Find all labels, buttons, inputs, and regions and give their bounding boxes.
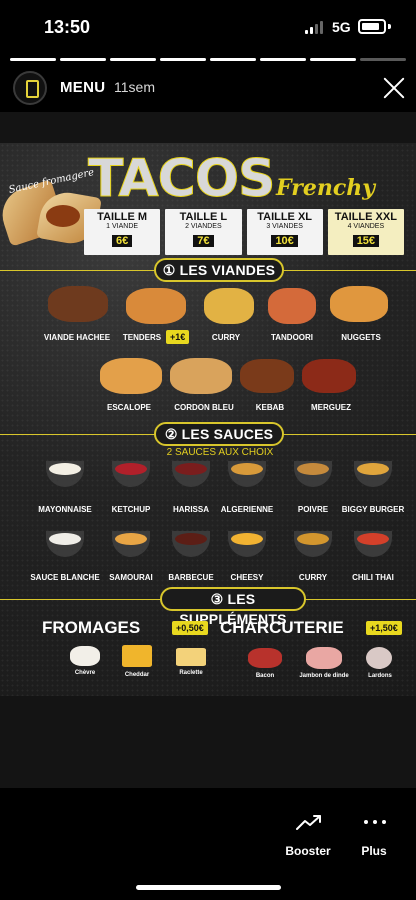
more-icon[interactable] <box>364 820 386 824</box>
charcuterie-price: +1,50€ <box>366 621 402 635</box>
fromage-label: Raclette <box>179 670 203 676</box>
sauce-bowl <box>112 531 150 557</box>
fromage-label: Chèvre <box>74 670 96 676</box>
meat-label: TENDERS <box>122 333 162 342</box>
tacos-logo: TACOS <box>88 149 276 210</box>
meat-label: NUGGETS <box>341 333 381 342</box>
sauce-bowl <box>172 461 210 487</box>
charcuterie-label: Jambon de dinde <box>299 673 349 679</box>
charcuterie-title: CHARCUTERIE <box>220 618 344 637</box>
logo-subtitle: Frenchy <box>276 175 375 201</box>
sauce-bowl <box>354 461 392 487</box>
sauce-label: MAYONNAISE <box>38 505 92 514</box>
network-type: 5G <box>332 19 351 35</box>
sauce-bowl <box>228 531 266 557</box>
tandoori-photo <box>268 288 316 324</box>
merguez-photo <box>302 359 356 393</box>
sauce-label: SAUCE BLANCHE <box>30 573 100 582</box>
sauce-label: ALGERIENNE <box>220 505 274 514</box>
section-title: ③ LES SUPPLÉMENTS <box>160 587 306 627</box>
clock: 13:50 <box>44 17 91 37</box>
meat-label: TANDOORI <box>270 333 314 342</box>
cordon-bleu-photo <box>170 358 232 394</box>
sauce-bowl <box>46 531 84 557</box>
tenders-extra-badge: +1€ <box>166 330 190 344</box>
size-card: TAILLE L2 VIANDES 7€ <box>165 209 242 255</box>
home-indicator[interactable] <box>136 885 281 890</box>
sauce-bowl <box>294 531 332 557</box>
size-card: TAILLE XXL 4 VIANDES 15€ <box>327 209 404 255</box>
lardons-photo <box>366 647 392 669</box>
size-price: 6€ <box>112 235 133 247</box>
meat-label: ESCALOPE <box>106 403 151 412</box>
fromages-title: FROMAGES <box>42 618 141 637</box>
story-age: 11sem <box>114 79 155 95</box>
size-price: 15€ <box>352 235 380 247</box>
escalope-photo <box>100 358 162 394</box>
sauce-bowl <box>46 461 84 487</box>
sauce-bowl <box>354 531 392 557</box>
raclette-photo <box>176 648 206 666</box>
sauce-label: CHILI THAI <box>352 573 394 582</box>
battery-tip <box>388 24 391 29</box>
section-title: ② LES SAUCES <box>154 422 284 446</box>
sauce-label: CHEESY <box>230 573 264 582</box>
battery-icon <box>358 19 386 34</box>
more-button[interactable]: Plus <box>354 844 394 858</box>
sauce-bowl <box>228 461 266 487</box>
viande-hachee-photo <box>48 286 108 322</box>
meat-label: CURRY <box>211 333 241 342</box>
size-card: TAILLE XL 3 VIANDES 10€ <box>246 209 323 255</box>
meat-label: VIANDE HACHEE <box>43 333 111 342</box>
section-supplements: ③ LES SUPPLÉMENTS <box>0 587 416 627</box>
meat-label: KEBAB <box>255 403 285 412</box>
tenders-photo <box>126 288 186 324</box>
meat-label: MERGUEZ <box>311 403 351 412</box>
curry-photo <box>204 288 254 324</box>
section-viandes: ① LES VIANDES <box>0 258 416 282</box>
cheddar-photo <box>122 645 152 667</box>
charcuterie-label: Lardons <box>368 673 392 679</box>
story-progress <box>10 58 406 61</box>
fromage-label: Cheddar <box>124 672 150 678</box>
trend-up-icon[interactable] <box>296 814 322 830</box>
kebab-photo <box>240 359 294 393</box>
section-sauces: ② LES SAUCES <box>0 422 416 446</box>
jambon-photo <box>306 647 342 669</box>
size-price: 10€ <box>271 235 298 247</box>
sauce-bowl <box>172 531 210 557</box>
signal-icon <box>305 20 325 34</box>
boost-button[interactable]: Booster <box>284 844 332 858</box>
highlight-avatar[interactable] <box>13 71 47 105</box>
nuggets-photo <box>330 286 388 322</box>
fromages-price: +0,50€ <box>172 621 208 635</box>
close-icon[interactable] <box>382 76 406 100</box>
size-list: TAILLE M1 VIANDE 6€ TAILLE L2 VIANDES 7€ T… <box>84 209 404 255</box>
size-price: 7€ <box>193 235 214 247</box>
sauces-subtitle: 2 SAUCES AUX CHOIX <box>166 447 274 458</box>
charcuterie-label: Bacon <box>255 673 275 679</box>
highlight-title[interactable]: MENU <box>60 79 105 96</box>
section-title: ① LES VIANDES <box>154 258 284 282</box>
status-bar: 13:50 5G <box>0 0 416 48</box>
size-card: TAILLE M1 VIANDE 6€ <box>84 209 161 255</box>
bacon-photo <box>248 648 282 668</box>
meat-label: CORDON BLEU <box>174 403 234 412</box>
chevre-photo <box>70 646 100 666</box>
menu-poster: Sauce fromagere TACOS Frenchy TAILLE M1 … <box>0 143 416 696</box>
sauce-bowl <box>112 461 150 487</box>
sauce-label: BIGGY BURGER <box>341 505 405 514</box>
story-header: MENU 11sem <box>0 66 416 110</box>
sauce-bowl <box>294 461 332 487</box>
